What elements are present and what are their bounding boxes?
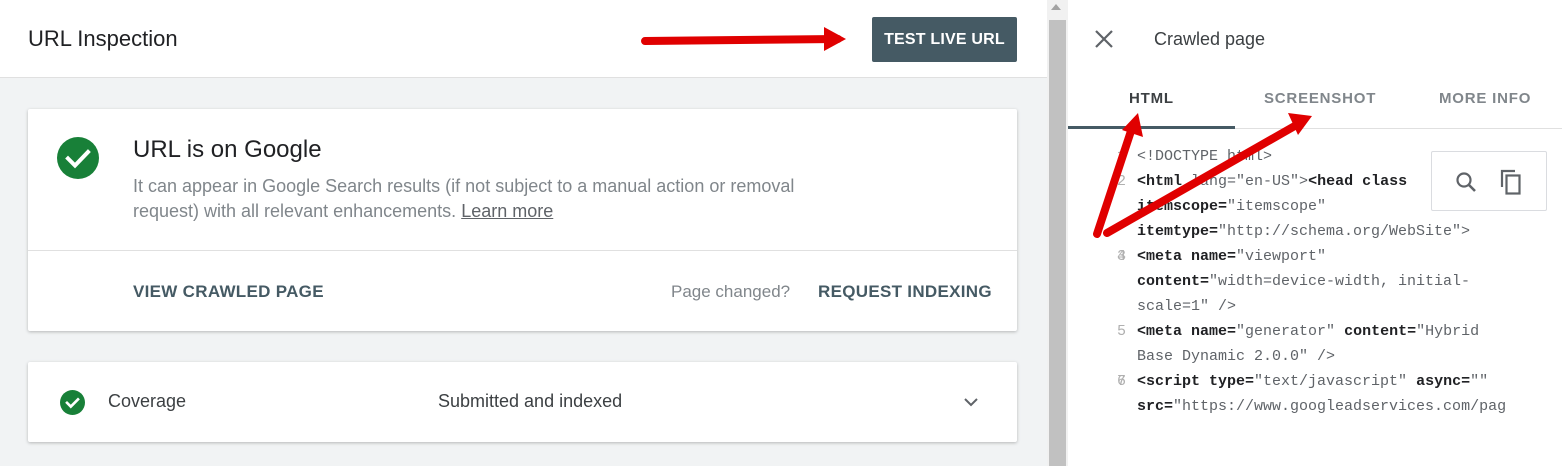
test-live-url-button[interactable]: TEST LIVE URL — [872, 17, 1017, 62]
request-indexing-button[interactable]: REQUEST INDEXING — [818, 282, 992, 302]
line-number: 1 — [1116, 148, 1126, 165]
scrollbar-thumb[interactable] — [1049, 20, 1066, 466]
status-description: It can appear in Google Search results (… — [133, 174, 853, 224]
crawled-page-panel: Crawled page HTML SCREENSHOT MORE INFO 1… — [1068, 0, 1562, 466]
code-value: "viewport" — [1236, 248, 1327, 265]
code-value: "width=device-width, initial- — [1209, 273, 1471, 290]
line-number: 7 — [1116, 373, 1126, 390]
status-title: URL is on Google — [133, 136, 322, 163]
code-value: "https://www.googleadservices.com/pag — [1173, 398, 1507, 415]
code-line: Base Dynamic 2.0.0" /> — [1068, 344, 1562, 369]
code-attr: type= — [1200, 373, 1255, 390]
code-tag: <meta — [1137, 248, 1183, 265]
code-attr: content= — [1137, 273, 1210, 290]
coverage-row[interactable]: Coverage Submitted and indexed — [28, 362, 1017, 442]
coverage-label: Coverage — [108, 391, 187, 411]
code-attr: itemscope= — [1137, 198, 1228, 215]
page-header: URL Inspection TEST LIVE URL — [0, 0, 1047, 78]
main-pane: URL Inspection TEST LIVE URL URL is on G… — [0, 0, 1047, 466]
code-line: 5 <meta name="generator" content="Hybrid — [1068, 319, 1562, 344]
code-value: "generator" — [1236, 323, 1336, 340]
panel-title: Crawled page — [1154, 29, 1266, 49]
code-value: "en-US" — [1236, 173, 1300, 190]
copy-icon[interactable] — [1498, 168, 1524, 196]
code-attr: class — [1353, 173, 1408, 190]
scroll-up-arrow-icon[interactable] — [1051, 4, 1061, 10]
tab-more-info[interactable]: MORE INFO — [1439, 90, 1531, 107]
code-tag: <meta — [1137, 323, 1183, 340]
code-attr: name= — [1182, 323, 1237, 340]
active-tab-indicator — [1068, 126, 1235, 129]
code-line: itemtype="http://schema.org/WebSite"> — [1068, 219, 1562, 244]
search-icon[interactable] — [1454, 170, 1478, 194]
page-changed-label: Page changed? — [671, 282, 791, 301]
view-crawled-page-button[interactable]: VIEW CRAWLED PAGE — [133, 282, 324, 302]
code-value: "text/javascript" — [1254, 373, 1408, 390]
chevron-down-icon[interactable] — [961, 392, 981, 412]
url-status-card: URL is on Google It can appear in Google… — [28, 109, 1017, 331]
learn-more-link[interactable]: Learn more — [461, 201, 553, 221]
code-tag: <script — [1137, 373, 1201, 390]
code-line: scale=1" /> — [1068, 294, 1562, 319]
code-attr: name= — [1182, 248, 1237, 265]
close-icon[interactable] — [1092, 27, 1116, 51]
code-toolbar — [1431, 151, 1547, 211]
code-value: "" — [1470, 373, 1489, 390]
code-text: > — [1299, 173, 1309, 190]
code-tag: <html — [1137, 173, 1183, 190]
code-value: "Hybrid — [1416, 323, 1480, 340]
check-circle-icon — [57, 137, 99, 179]
code-text: <!DOCTYPE html> — [1137, 148, 1273, 165]
code-attr: lang= — [1182, 173, 1237, 190]
card-divider — [28, 250, 1017, 251]
coverage-value: Submitted and indexed — [438, 391, 623, 411]
line-number: 5 — [1116, 323, 1126, 340]
tab-html[interactable]: HTML — [1129, 90, 1174, 107]
line-number: 2 — [1116, 173, 1126, 190]
line-number: 4 — [1116, 248, 1126, 265]
code-value: "itemscope" — [1227, 198, 1327, 215]
code-attr: content= — [1335, 323, 1417, 340]
code-value: "http://schema.org/WebSite"> — [1218, 223, 1471, 240]
code-attr: src= — [1137, 398, 1174, 415]
tab-screenshot[interactable]: SCREENSHOT — [1264, 90, 1376, 107]
code-attr: itemtype= — [1137, 223, 1219, 240]
code-line: src="https://www.googleadservices.com/pa… — [1068, 394, 1562, 419]
code-line: 4 <meta name="viewport" — [1068, 244, 1562, 269]
coverage-check-icon — [60, 390, 85, 415]
code-line: 7 <script type="text/javascript" async="" — [1068, 369, 1562, 394]
page-title: URL Inspection — [28, 26, 178, 51]
code-tag: <head — [1308, 173, 1354, 190]
code-value: scale=1" /> — [1137, 298, 1237, 315]
code-attr: async= — [1407, 373, 1471, 390]
code-value: Base Dynamic 2.0.0" /> — [1137, 348, 1336, 365]
code-line: content="width=device-width, initial- — [1068, 269, 1562, 294]
